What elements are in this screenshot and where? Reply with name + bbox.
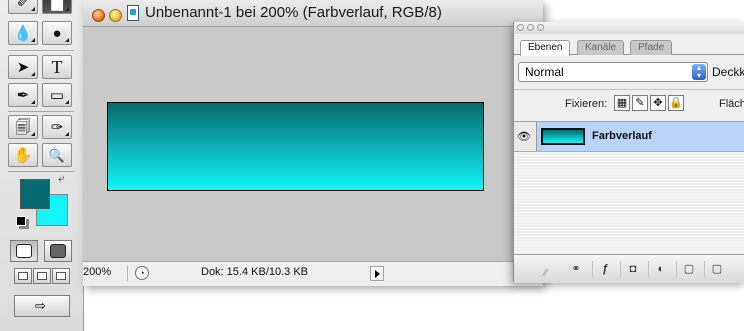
link-layers-icon[interactable]: ⚭ [564, 261, 588, 277]
layer-thumbnail [541, 128, 585, 145]
blend-mode-select[interactable]: Normal ▴ ▾ [518, 62, 708, 82]
hand-tool-icon[interactable]: ✋ [8, 143, 38, 167]
palette-close-button[interactable] [517, 24, 524, 31]
new-group-icon[interactable]: ▢ [676, 261, 701, 277]
fill-label: Fläch [719, 98, 744, 110]
palette-minimize-button[interactable] [527, 24, 534, 31]
select-arrows-icon: ▴ ▾ [692, 64, 706, 80]
eraser-tool-icon[interactable]: ▆ [42, 0, 72, 14]
close-button[interactable] [92, 9, 105, 22]
brush-tool-icon[interactable]: ✐ [8, 0, 38, 14]
path-selection-tool-icon[interactable]: ➤ [8, 55, 38, 79]
swap-colors-icon[interactable]: ⤶ [58, 171, 65, 186]
status-info-icon[interactable]: ◔ [135, 266, 149, 280]
layers-palette: Ebenen Kanäle Pfade Normal ▴ ▾ Deckk Fixi… [513, 22, 744, 283]
notes-tool-icon[interactable]: 🗐 [8, 115, 38, 139]
layer-name[interactable]: Farbverlauf [592, 130, 652, 142]
palette-titlebar[interactable] [514, 22, 744, 34]
standard-mode-icon [16, 244, 32, 258]
lock-all-icon[interactable]: 🔒 [668, 95, 684, 111]
eye-icon: 👁 [517, 131, 531, 143]
document-size-info: Dok: 15.4 KB/10.3 KB [201, 266, 309, 278]
lock-image-icon[interactable]: ✎ [632, 95, 648, 111]
lock-position-icon[interactable]: ✥ [650, 95, 666, 111]
canvas-area[interactable] [83, 27, 543, 261]
standard-mode-button[interactable] [10, 240, 38, 262]
status-menu-arrow-icon[interactable] [370, 266, 384, 281]
layer-list: 👁 Farbverlauf [514, 121, 744, 254]
resize-grip-icon[interactable]: ⁄⁄ [544, 268, 547, 279]
opacity-label: Deckk [712, 65, 744, 79]
document-title: Unbenannt-1 bei 200% (Farbverlauf, RGB/8… [145, 4, 442, 21]
layer-visibility-toggle[interactable]: 👁 [514, 122, 537, 151]
screen-mode-full-button[interactable] [52, 268, 70, 284]
screen-mode-standard-button[interactable] [14, 268, 32, 284]
quick-mask-button[interactable] [44, 240, 72, 262]
document-icon [127, 5, 139, 21]
blend-mode-value: Normal [525, 65, 564, 79]
eyedropper-tool-icon[interactable]: ✑ [42, 115, 72, 139]
lock-label: Fixieren: [565, 98, 608, 110]
layer-mask-icon[interactable]: ◘ [620, 261, 645, 277]
zoom-level-field[interactable]: 200% [83, 266, 128, 281]
document-titlebar[interactable]: Unbenannt-1 bei 200% (Farbverlauf, RGB/8… [83, 0, 543, 27]
document-statusbar: 200% ◔ Dok: 15.4 KB/10.3 KB [83, 261, 543, 286]
lock-transparency-icon[interactable]: ▦ [614, 95, 630, 111]
tab-ebenen[interactable]: Ebenen [520, 40, 571, 56]
gradient-canvas[interactable] [107, 102, 484, 191]
layer-style-icon[interactable]: ƒ [592, 261, 617, 277]
layer-row[interactable]: 👁 Farbverlauf [514, 122, 744, 152]
pen-tool-icon[interactable]: ✒ [8, 83, 38, 107]
tool-separator [8, 50, 74, 51]
foreground-color-swatch[interactable] [20, 179, 50, 209]
palette-tabs: Ebenen Kanäle Pfade [514, 34, 744, 56]
tool-separator [8, 111, 74, 112]
dodge-tool-icon[interactable]: ● [42, 21, 72, 45]
blur-tool-icon[interactable]: 💧 [8, 21, 38, 45]
screen-mode-menubar-button[interactable] [33, 268, 51, 284]
tab-pfade[interactable]: Pfade [630, 40, 673, 55]
default-colors-icon[interactable] [16, 216, 26, 226]
tools-palette: ✐ ▆ 💧 ● ➤ T ✒ ▭ 🗐 ✑ ✋ 🔍 ⤶ ⇨ [0, 0, 84, 331]
palette-zoom-button[interactable] [537, 24, 544, 31]
minimize-button[interactable] [109, 9, 122, 22]
divider [514, 89, 744, 90]
tab-kanaele[interactable]: Kanäle [577, 40, 625, 55]
new-layer-icon[interactable]: ▢ [704, 261, 729, 277]
rectangle-tool-icon[interactable]: ▭ [42, 83, 72, 107]
zoom-tool-icon[interactable]: 🔍 [42, 143, 72, 167]
document-window: Unbenannt-1 bei 200% (Farbverlauf, RGB/8… [83, 0, 543, 286]
palette-footer: ⚭ ƒ ◘ ◐ ▢ ▢ [514, 254, 744, 283]
adjustment-layer-icon[interactable]: ◐ [648, 261, 673, 277]
jump-to-imageready-button[interactable]: ⇨ [14, 295, 70, 317]
type-tool-icon[interactable]: T [42, 55, 72, 79]
quick-mask-icon [50, 244, 66, 258]
